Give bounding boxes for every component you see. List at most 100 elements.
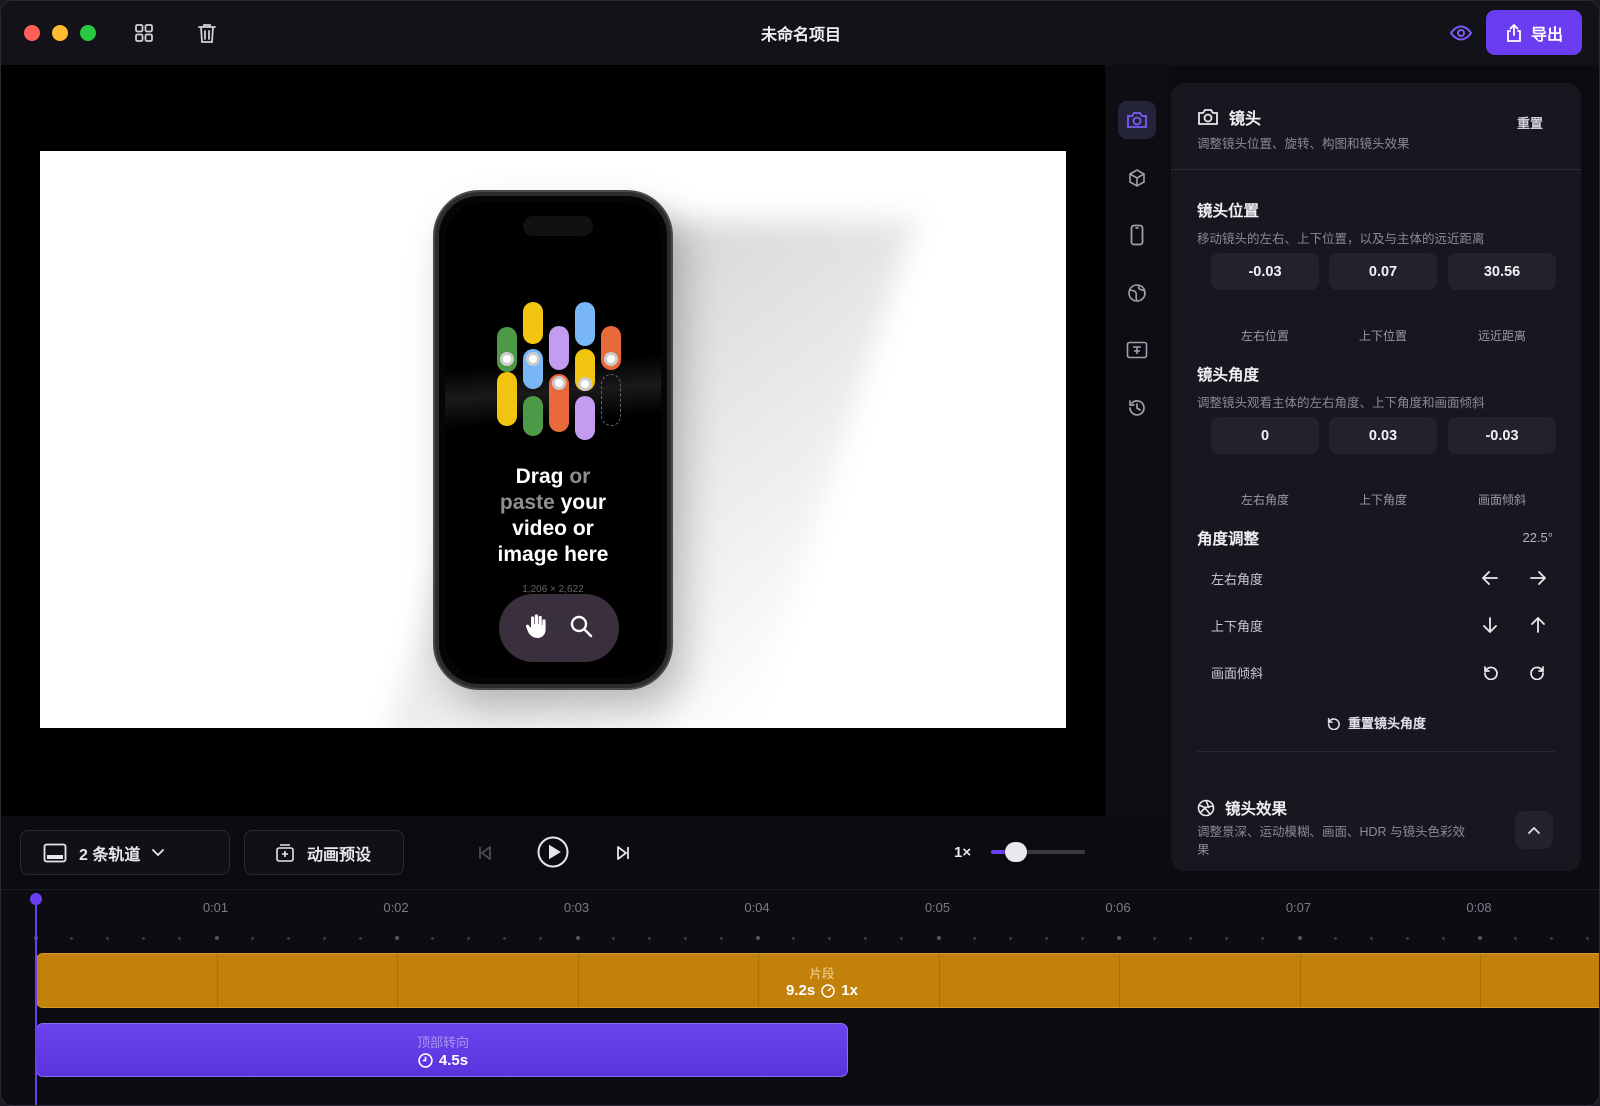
tick-mark <box>1405 937 1409 940</box>
drop-text-or: or <box>569 465 591 488</box>
position-x-field[interactable]: -0.03 <box>1211 253 1319 290</box>
tick-mark <box>1189 937 1193 940</box>
rail-text-button[interactable] <box>1118 331 1156 369</box>
angle-description: 调整镜头观看主体的左右角度、上下角度和画面倾斜 <box>1197 396 1485 410</box>
roll-cw-button[interactable] <box>1525 659 1551 685</box>
position-distance-field[interactable]: 30.56 <box>1448 253 1556 290</box>
preset-icon <box>276 843 294 862</box>
drop-text-paste: paste <box>499 491 555 514</box>
clock-icon <box>418 1053 433 1068</box>
rail-camera-button[interactable] <box>1118 101 1156 139</box>
rail-history-button[interactable] <box>1118 389 1156 427</box>
animation-clip[interactable]: 顶部转向 4.5s <box>36 1023 848 1077</box>
playhead[interactable] <box>35 898 37 1105</box>
tick-mark <box>1478 936 1482 940</box>
timeline[interactable]: 0:01 0:02 0:03 0:04 0:05 0:06 0:07 0:08 片段 9.2s… <box>1 889 1599 1105</box>
speed-label: 1× <box>954 844 972 861</box>
animation-duration: 4.5s <box>438 1052 469 1069</box>
adjust-row-label-1: 左右角度 <box>1211 572 1264 587</box>
tick-label: 0:03 <box>563 900 590 915</box>
skip-back-button[interactable] <box>473 841 497 865</box>
chevron-up-icon <box>1528 826 1540 834</box>
speed-slider-knob[interactable] <box>1005 842 1028 862</box>
window-title: 未命名项目 <box>760 27 841 44</box>
tick-mark <box>575 936 580 940</box>
rotate-cw-icon <box>1530 666 1544 680</box>
tracks-dropdown[interactable]: 2 条轨道 <box>20 830 230 875</box>
angle-y-field[interactable]: 0.03 <box>1329 417 1437 454</box>
export-button[interactable]: 导出 <box>1486 10 1582 55</box>
tick-label: 0:08 <box>1466 900 1492 915</box>
tick-mark <box>142 937 146 940</box>
position-y-field[interactable]: 0.07 <box>1329 253 1437 290</box>
globe-icon <box>1128 284 1146 302</box>
speed-slider[interactable] <box>991 842 1085 862</box>
reset-angle-label: 重置镜头角度 <box>1347 716 1426 731</box>
equalizer-logo <box>497 302 627 442</box>
adjust-row-label-2: 上下角度 <box>1211 619 1264 634</box>
cube-icon <box>1129 169 1145 187</box>
arrow-right-icon <box>1530 571 1546 585</box>
reset-button[interactable]: 重置 <box>1517 113 1543 132</box>
rail-device-button[interactable] <box>1118 216 1156 254</box>
tick-mark <box>1441 937 1445 940</box>
rotate-right-button[interactable] <box>1525 565 1551 591</box>
tool-rail <box>1105 65 1169 816</box>
tick-mark <box>431 937 435 940</box>
skip-forward-icon <box>617 846 629 860</box>
rotate-ccw-icon <box>1484 666 1498 680</box>
skip-forward-button[interactable] <box>611 841 635 865</box>
tracks-icon <box>43 843 67 862</box>
hand-tool-button[interactable] <box>525 613 549 644</box>
position-x-label: 左右位置 <box>1240 329 1289 343</box>
angle-x-field[interactable]: 0 <box>1211 417 1319 454</box>
preview-canvas[interactable]: Drag or paste your video or image here 1… <box>40 151 1066 728</box>
adjust-step-value: 22.5° <box>1522 530 1553 545</box>
play-button[interactable] <box>536 835 570 869</box>
tilt-down-button[interactable] <box>1477 612 1503 638</box>
playhead-handle[interactable] <box>30 893 42 905</box>
tick-mark <box>250 937 254 940</box>
effects-description: 调整景深、运动模糊、画面、HDR 与镜头色彩效果 <box>1197 825 1466 857</box>
tick-label: 0:04 <box>744 900 770 915</box>
animation-presets-button[interactable]: 动画预设 <box>244 830 404 875</box>
phone-mockup[interactable]: Drag or paste your video or image here 1… <box>435 192 671 688</box>
tick-mark <box>322 937 326 940</box>
tick-mark <box>1369 937 1373 940</box>
drop-text-your: your <box>560 491 607 514</box>
angle-tilt-field[interactable]: -0.03 <box>1448 417 1556 454</box>
magnifier-icon <box>570 615 593 637</box>
video-clip[interactable]: 片段 9.2s 1x <box>36 953 1599 1008</box>
caption-icon <box>1126 341 1148 359</box>
rail-background-button[interactable] <box>1118 274 1156 312</box>
panel-title: 镜头 <box>1229 111 1262 128</box>
phone-screen[interactable]: Drag or paste your video or image here 1… <box>445 202 661 678</box>
drop-prompt: Drag or paste your video or image here <box>445 464 661 568</box>
animation-name: 顶部转向 <box>416 1035 469 1050</box>
roll-ccw-button[interactable] <box>1477 659 1503 685</box>
tick-mark <box>1333 937 1337 940</box>
tick-mark <box>1044 937 1048 940</box>
rotate-left-button[interactable] <box>1477 565 1503 591</box>
tick-mark <box>719 937 723 940</box>
effects-collapse-button[interactable] <box>1515 811 1553 849</box>
angle-x-label: 左右角度 <box>1240 493 1289 507</box>
speed-gauge-icon <box>821 983 835 998</box>
reset-angle-button[interactable]: 重置镜头角度 <box>1171 713 1581 732</box>
divider <box>1197 751 1555 752</box>
clip-duration: 9.2s <box>786 982 816 999</box>
tick-mark <box>900 937 904 940</box>
preview-toggle-button[interactable] <box>1445 18 1477 48</box>
position-distance-label: 远近距离 <box>1477 329 1526 343</box>
tilt-up-button[interactable] <box>1525 612 1551 638</box>
tracks-label: 2 条轨道 <box>79 846 141 864</box>
zoom-tool-button[interactable] <box>569 614 593 643</box>
tick-mark <box>683 937 687 940</box>
tick-mark <box>358 937 362 940</box>
title-bar: 未命名项目 导出 <box>1 1 1599 65</box>
rail-model-button[interactable] <box>1118 159 1156 197</box>
angle-tilt-label: 画面倾斜 <box>1477 493 1526 507</box>
tick-mark <box>1586 937 1590 940</box>
clip-name: 片段 <box>809 967 835 981</box>
tick-mark <box>1514 937 1518 940</box>
